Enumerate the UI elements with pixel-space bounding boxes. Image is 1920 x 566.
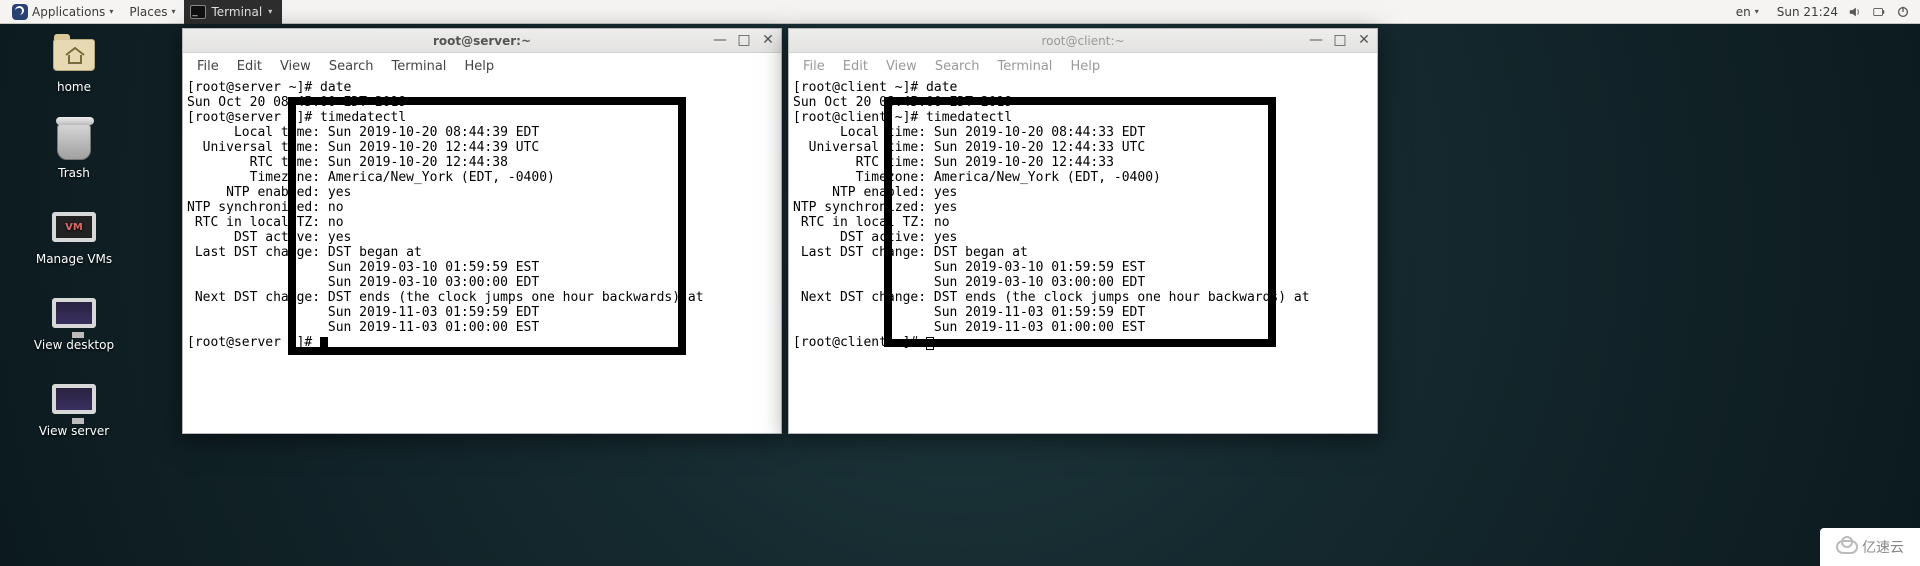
menu-terminal[interactable]: Terminal	[383, 57, 454, 76]
terminal-window-server[interactable]: root@server:~ — □ ✕ File Edit View Searc…	[182, 28, 782, 434]
menu-search[interactable]: Search	[927, 57, 988, 76]
clock[interactable]: Sun 21:24	[1777, 5, 1838, 19]
chevron-down-icon: ▾	[268, 7, 272, 16]
window-title: root@server:~	[183, 34, 781, 48]
view-server-label: View server	[39, 424, 109, 438]
desktop-icon-view-desktop[interactable]: View desktop	[34, 292, 114, 352]
menubar: File Edit View Search Terminal Help	[789, 53, 1377, 79]
terminal-output[interactable]: [root@client ~]# date Sun Oct 20 08:45:0…	[789, 79, 1377, 433]
power-icon[interactable]	[1896, 5, 1910, 19]
home-label: home	[57, 80, 91, 94]
desktop-icons: home Trash VM Manage VMs View desktop Vi…	[24, 34, 124, 438]
volume-icon[interactable]	[1848, 5, 1862, 19]
chevron-down-icon: ▾	[171, 7, 175, 16]
menu-help[interactable]: Help	[456, 57, 502, 76]
menubar: File Edit View Search Terminal Help	[183, 53, 781, 79]
close-button[interactable]: ✕	[1355, 32, 1373, 48]
minimize-button[interactable]: —	[1307, 32, 1325, 48]
top-panel: Applications ▾ Places ▾ Terminal ▾ en ▾ …	[0, 0, 1920, 24]
cloud-icon	[1836, 540, 1858, 554]
menu-edit[interactable]: Edit	[229, 57, 270, 76]
titlebar[interactable]: root@server:~ — □ ✕	[183, 29, 781, 53]
menu-file[interactable]: File	[189, 57, 227, 76]
menu-terminal[interactable]: Terminal	[989, 57, 1060, 76]
fedora-icon	[12, 4, 28, 20]
terminal-output[interactable]: [root@server ~]# date Sun Oct 20 08:45:0…	[183, 79, 781, 433]
terminal-window-client[interactable]: root@client:~ — □ ✕ File Edit View Searc…	[788, 28, 1378, 434]
menu-view[interactable]: View	[272, 57, 319, 76]
titlebar[interactable]: root@client:~ — □ ✕	[789, 29, 1377, 53]
close-button[interactable]: ✕	[759, 32, 777, 48]
chevron-down-icon: ▾	[109, 7, 113, 16]
lang-label: en	[1736, 5, 1751, 19]
input-language[interactable]: en ▾	[1728, 5, 1767, 19]
menu-edit[interactable]: Edit	[835, 57, 876, 76]
desktop-icon-manage-vms[interactable]: VM Manage VMs	[36, 206, 112, 266]
menu-view[interactable]: View	[878, 57, 925, 76]
menu-file[interactable]: File	[795, 57, 833, 76]
desktop-icon-trash[interactable]: Trash	[50, 120, 98, 180]
menu-search[interactable]: Search	[321, 57, 382, 76]
desktop-icon-view-server[interactable]: View server	[39, 378, 109, 438]
watermark: 亿速云	[1820, 528, 1920, 566]
maximize-button[interactable]: □	[735, 32, 753, 48]
active-app-label: Terminal	[212, 5, 263, 19]
applications-menu[interactable]: Applications ▾	[4, 0, 121, 23]
places-label: Places	[129, 5, 167, 19]
places-menu[interactable]: Places ▾	[121, 0, 183, 23]
menu-help[interactable]: Help	[1062, 57, 1108, 76]
minimize-button[interactable]: —	[711, 32, 729, 48]
chevron-down-icon: ▾	[1755, 7, 1759, 16]
trash-label: Trash	[58, 166, 90, 180]
desktop-icon-home[interactable]: home	[50, 34, 98, 94]
terminal-icon	[190, 5, 206, 19]
window-title: root@client:~	[789, 34, 1377, 48]
battery-icon[interactable]	[1872, 5, 1886, 19]
watermark-text: 亿速云	[1862, 537, 1904, 557]
view-desktop-label: View desktop	[34, 338, 114, 352]
maximize-button[interactable]: □	[1331, 32, 1349, 48]
manage-vms-label: Manage VMs	[36, 252, 112, 266]
applications-label: Applications	[32, 5, 105, 19]
panel-right: en ▾ Sun 21:24	[1728, 5, 1916, 19]
active-app-indicator[interactable]: Terminal ▾	[184, 0, 283, 24]
